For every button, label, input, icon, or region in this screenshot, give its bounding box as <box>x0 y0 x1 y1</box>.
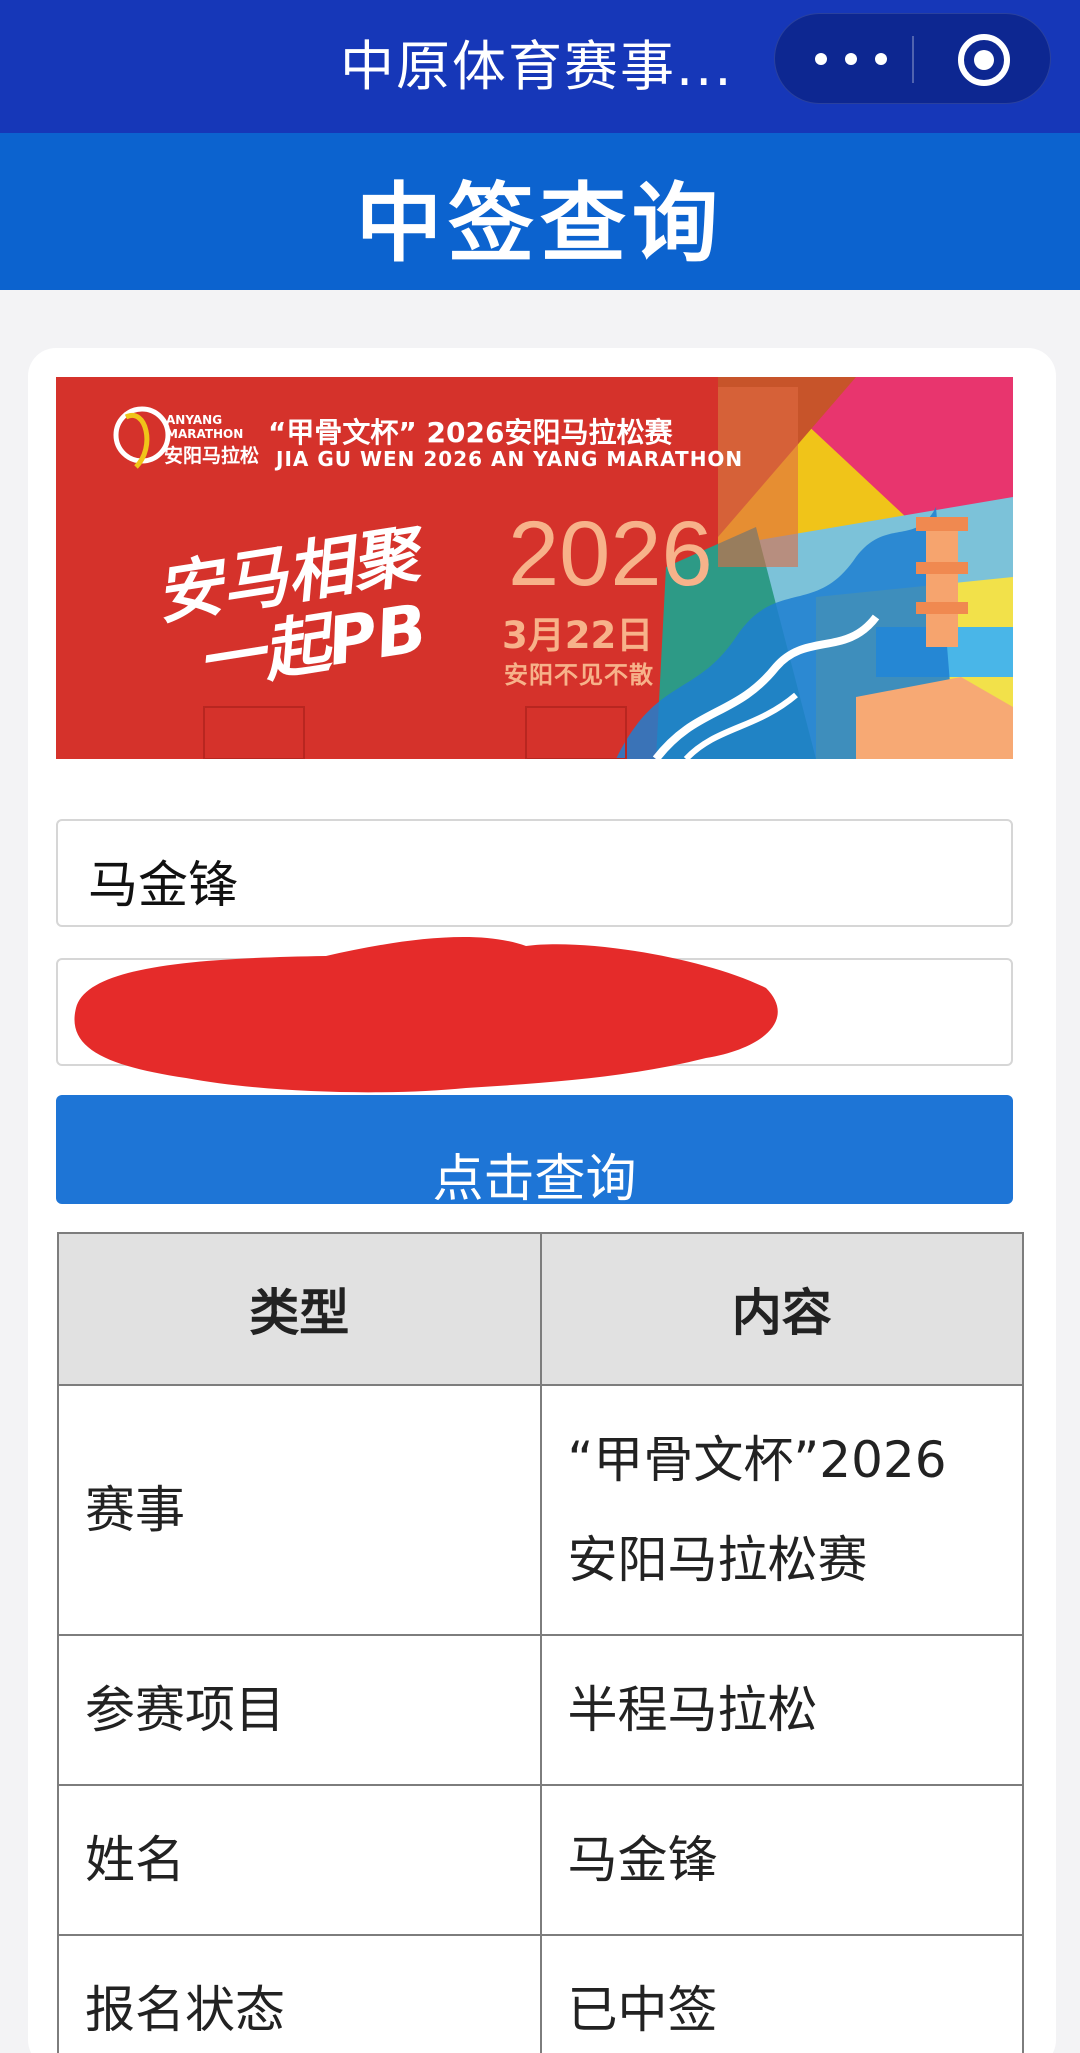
table-row: 报名状态 已中签 <box>57 1934 1024 2053</box>
table-row: 参赛项目 半程马拉松 <box>57 1634 1024 1786</box>
row-type: 赛事 <box>57 1384 542 1636</box>
banner-date: 3月22日 <box>502 614 654 657</box>
query-button[interactable]: 点击查询 <box>56 1095 1013 1209</box>
capsule-menu <box>774 13 1051 104</box>
banner-logo-en-1: ANYANG <box>166 413 223 427</box>
name-input-value: 马金锋 <box>88 856 238 914</box>
page-title: 中签查询 <box>356 174 724 274</box>
row-content: 半程马拉松 <box>539 1634 1024 1786</box>
row-type: 报名状态 <box>57 1934 542 2053</box>
header-content: 内容 <box>539 1232 1024 1386</box>
table-header-row: 类型 内容 <box>57 1232 1024 1386</box>
banner-title-cn: “甲骨文杯” 2026安阳马拉松赛 <box>268 416 673 449</box>
banner-logo-cn: 安阳马拉松 <box>164 445 260 467</box>
header-type: 类型 <box>57 1232 542 1386</box>
banner-year: 2026 <box>508 503 713 605</box>
row-type: 参赛项目 <box>57 1634 542 1786</box>
row-content: 马金锋 <box>539 1784 1024 1936</box>
banner-logo-en-2: MARATHON <box>166 427 244 441</box>
mini-program-top-bar: 中原体育赛事... <box>0 0 1080 133</box>
banner-tagline: 安阳不见不散 <box>504 661 654 689</box>
table-row: 姓名 马金锋 <box>57 1784 1024 1936</box>
name-input[interactable]: 马金锋 <box>56 819 1013 927</box>
marathon-banner: ANYANG MARATHON 安阳马拉松 “甲骨文杯” 2026安阳马拉松赛 … <box>56 377 1013 759</box>
app-title: 中原体育赛事... <box>340 35 734 98</box>
status-value: 已中签 <box>539 1934 1024 2053</box>
result-table: 类型 内容 赛事 “甲骨文杯”2026安阳马拉松赛 参赛项目 半程马拉松 姓名 … <box>57 1232 1024 2053</box>
row-content: “甲骨文杯”2026安阳马拉松赛 <box>539 1384 1024 1636</box>
page-header: 中签查询 <box>0 133 1080 290</box>
table-row: 赛事 “甲骨文杯”2026安阳马拉松赛 <box>57 1384 1024 1636</box>
capsule-divider <box>912 36 914 83</box>
banner-title-en: JIA GU WEN 2026 AN YANG MARATHON <box>276 447 744 471</box>
redaction-scribble <box>74 937 778 1093</box>
more-dots-icon[interactable] <box>815 44 887 74</box>
row-type: 姓名 <box>57 1784 542 1936</box>
target-close-icon[interactable] <box>958 34 1010 86</box>
